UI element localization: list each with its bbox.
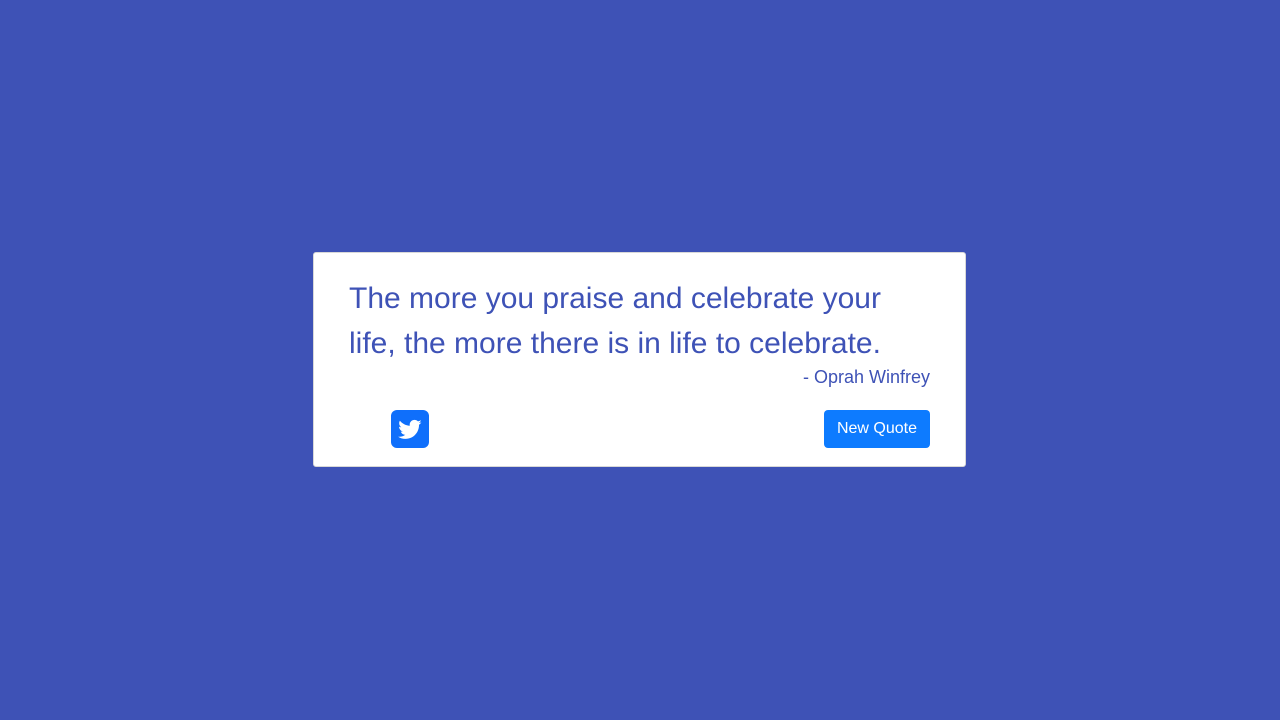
new-quote-button[interactable]: New Quote [823, 410, 930, 448]
twitter-icon [398, 417, 422, 441]
quote-author: - Oprah Winfrey [802, 367, 930, 387]
tweet-quote-button[interactable] [391, 410, 429, 448]
quote-box: The more you praise and celebrate your l… [313, 252, 966, 467]
quote-text: The more you praise and celebrate your l… [349, 282, 881, 360]
